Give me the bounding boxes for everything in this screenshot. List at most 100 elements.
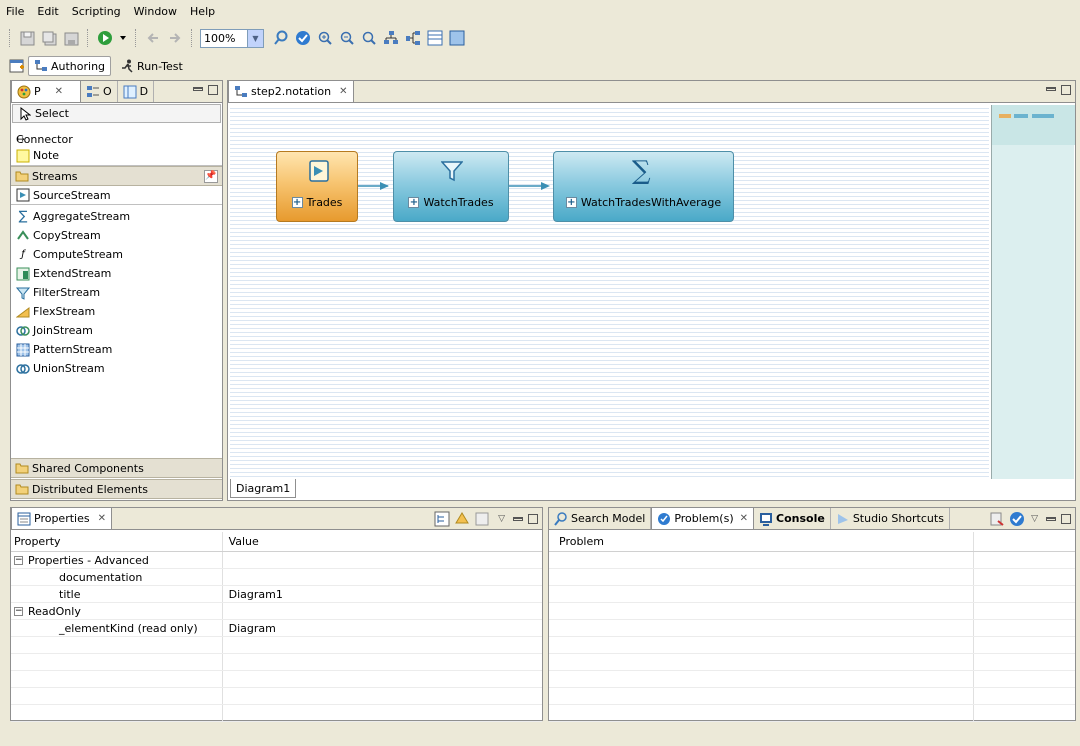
maximize-editor-icon[interactable] (449, 30, 465, 46)
toolbar-grip (9, 29, 11, 47)
diagram-canvas[interactable]: + Trades + WatchTrades ∑ + WatchTradesWithA… (230, 105, 989, 479)
minimize-icon[interactable] (513, 517, 523, 521)
menu-window[interactable]: Window (134, 5, 177, 18)
palette-sourcestream[interactable]: SourceStream (11, 186, 222, 205)
view-menu-icon[interactable]: ▽ (1031, 514, 1038, 524)
close-icon[interactable]: ✕ (740, 513, 748, 524)
collapse-icon[interactable]: − (14, 606, 23, 616)
panel-icon[interactable] (427, 30, 443, 46)
validate-icon[interactable] (295, 30, 311, 46)
tab-console[interactable]: Console (754, 508, 831, 529)
menu-edit[interactable]: Edit (37, 5, 58, 18)
close-icon[interactable]: ✕ (339, 86, 347, 97)
tab-step2-notation[interactable]: step2.notation ✕ (228, 80, 354, 102)
palette-filterstream[interactable]: FilterStream (11, 283, 222, 302)
perspective-run-test-button[interactable]: Run-Test (115, 56, 188, 76)
run-icon[interactable] (97, 30, 113, 46)
maximize-icon[interactable] (1061, 85, 1071, 95)
tab-data[interactable]: D (118, 81, 155, 102)
expand-icon[interactable]: + (291, 197, 303, 208)
save-as-icon[interactable] (41, 30, 57, 46)
zoom-out-icon[interactable] (339, 30, 355, 46)
node-watchtrades[interactable]: + WatchTrades (393, 151, 509, 222)
table-row[interactable]: title Diagram1 (11, 586, 542, 603)
save-all-icon[interactable] (63, 30, 79, 46)
tab-properties[interactable]: Properties ✕ (11, 507, 112, 529)
distributed-elements-drawer[interactable]: Distributed Elements (11, 479, 222, 499)
table-row[interactable]: documentation (11, 569, 542, 586)
tab-studio-shortcuts[interactable]: Studio Shortcuts (831, 508, 950, 529)
palette-computestream[interactable]: ƒ ComputeStream (11, 245, 222, 264)
palette-flexstream[interactable]: FlexStream (11, 302, 222, 321)
collapse-icon[interactable]: − (14, 555, 23, 565)
property-value[interactable]: Diagram1 (223, 586, 542, 602)
menu-help[interactable]: Help (190, 5, 215, 18)
back-icon[interactable] (145, 30, 161, 46)
palette-note-tool[interactable]: Note (11, 146, 222, 165)
palette-joinstream[interactable]: JoinStream (11, 321, 222, 340)
run-dropdown-icon[interactable] (119, 30, 127, 46)
table-row[interactable]: _elementKind (read only) Diagram (11, 620, 542, 637)
show-advanced-icon[interactable] (454, 511, 470, 527)
maximize-icon[interactable] (1061, 514, 1071, 524)
menu-file[interactable]: File (6, 5, 24, 18)
menu-scripting[interactable]: Scripting (72, 5, 121, 18)
show-categories-icon[interactable] (434, 511, 450, 527)
properties-panel: Properties ✕ ▽ Property Value − Propertie… (10, 507, 543, 722)
maximize-icon[interactable] (528, 514, 538, 524)
validate-icon[interactable] (1009, 511, 1025, 527)
zoom-search-icon[interactable] (273, 30, 289, 46)
zoom-in-icon[interactable] (317, 30, 333, 46)
close-icon[interactable]: ✕ (98, 513, 106, 524)
expand-icon[interactable]: + (408, 197, 420, 208)
column-header-problem[interactable]: Problem (549, 532, 974, 551)
palette-select-label: Select (35, 107, 69, 120)
zoom-combo[interactable]: 100% (200, 28, 248, 48)
palette-copystream[interactable]: CopyStream (11, 226, 222, 245)
column-header-property[interactable]: Property (11, 532, 223, 551)
minimize-icon[interactable] (193, 87, 203, 91)
table-row[interactable]: − ReadOnly (11, 603, 542, 620)
palette-connector-tool[interactable]: ↦ Connector (11, 124, 222, 146)
chevron-down-icon[interactable]: ▼ (248, 28, 264, 48)
column-header-extra[interactable] (974, 532, 1075, 551)
diagram1-tab[interactable]: Diagram1 (230, 479, 297, 498)
expand-icon[interactable]: + (565, 197, 577, 208)
palette-patternstream[interactable]: PatternStream (11, 340, 222, 359)
tab-outline[interactable]: O (81, 81, 118, 102)
union-icon (16, 362, 30, 376)
minimize-icon[interactable] (1046, 87, 1056, 91)
view-menu-icon[interactable]: ▽ (498, 514, 505, 524)
minimize-icon[interactable] (1046, 517, 1056, 521)
diagram-overview[interactable] (991, 105, 1075, 479)
perspective-authoring-button[interactable]: Authoring (28, 56, 112, 76)
palette-aggregatestream[interactable]: ∑ AggregateStream (11, 207, 222, 226)
maximize-icon[interactable] (208, 85, 218, 95)
pin-icon[interactable]: 📌 (204, 170, 218, 183)
table-row[interactable]: − Properties - Advanced (11, 552, 542, 569)
streams-drawer[interactable]: Streams 📌 (11, 166, 222, 186)
palette-copystream-label: CopyStream (33, 229, 101, 242)
node-watchtradeswithaverage[interactable]: ∑ + WatchTradesWithAverage (553, 151, 734, 222)
tab-problems[interactable]: Problem(s) ✕ (651, 507, 755, 529)
node-trades[interactable]: + Trades (276, 151, 358, 222)
configure-filter-icon[interactable] (989, 511, 1005, 527)
layout-tree-icon[interactable] (383, 30, 399, 46)
property-value[interactable] (223, 569, 542, 585)
tab-search-model[interactable]: Search Model (549, 508, 652, 529)
palette-select-tool[interactable]: Select (12, 104, 221, 123)
zoom-fit-icon[interactable] (361, 30, 377, 46)
join-icon (16, 324, 30, 338)
palette-extendstream[interactable]: ExtendStream (11, 264, 222, 283)
overview-viewport[interactable] (992, 105, 1075, 145)
close-icon[interactable]: ✕ (55, 86, 63, 97)
shared-components-drawer[interactable]: Shared Components (11, 458, 222, 478)
save-icon[interactable] (19, 30, 35, 46)
tab-palette[interactable]: P ✕ (11, 80, 81, 102)
restore-default-icon[interactable] (474, 511, 490, 527)
column-header-value[interactable]: Value (223, 532, 542, 551)
forward-icon[interactable] (167, 30, 183, 46)
palette-unionstream[interactable]: UnionStream (11, 359, 222, 378)
layout-horizontal-icon[interactable] (405, 30, 421, 46)
open-perspective-icon[interactable] (9, 58, 25, 74)
